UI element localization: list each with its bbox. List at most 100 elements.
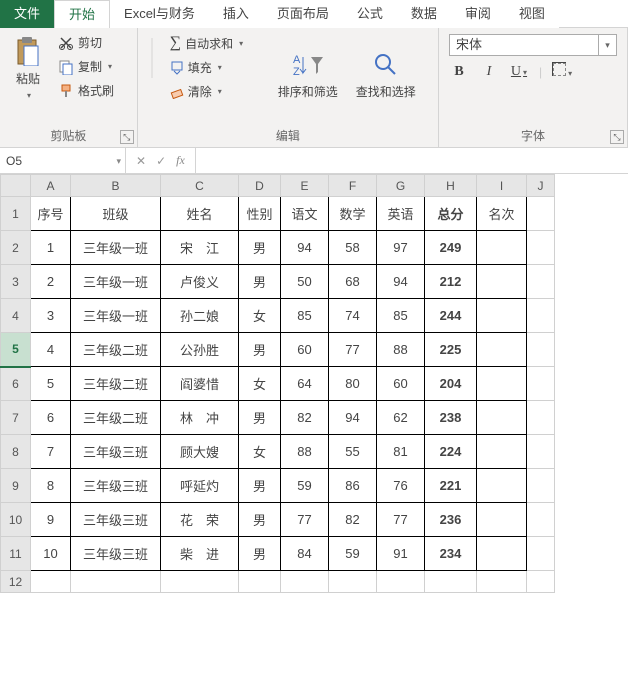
cell[interactable]: 男 — [239, 265, 281, 299]
italic-button[interactable]: I — [479, 62, 499, 82]
cell[interactable] — [527, 571, 555, 593]
cell[interactable] — [527, 537, 555, 571]
cell[interactable]: 男 — [239, 537, 281, 571]
cell[interactable]: 74 — [329, 299, 377, 333]
col-header-C[interactable]: C — [161, 175, 239, 197]
cell[interactable]: 94 — [329, 401, 377, 435]
cell[interactable]: 77 — [329, 333, 377, 367]
cell[interactable] — [281, 571, 329, 593]
cell[interactable]: 三年级三班 — [71, 435, 161, 469]
font-launcher[interactable]: ⤡ — [610, 130, 624, 144]
cell[interactable] — [329, 571, 377, 593]
clipboard-launcher[interactable]: ⤡ — [120, 130, 134, 144]
cell[interactable]: 85 — [281, 299, 329, 333]
cell[interactable]: 三年级三班 — [71, 503, 161, 537]
cell[interactable]: 84 — [281, 537, 329, 571]
cell[interactable]: 81 — [377, 435, 425, 469]
col-header-I[interactable]: I — [477, 175, 527, 197]
tab-excel-finance[interactable]: Excel与财务 — [110, 0, 209, 28]
cell[interactable]: 85 — [377, 299, 425, 333]
cell[interactable]: 姓名 — [161, 197, 239, 231]
cell[interactable]: 204 — [425, 367, 477, 401]
cell[interactable] — [477, 503, 527, 537]
row-header-8[interactable]: 8 — [1, 435, 31, 469]
row-header-1[interactable]: 1 — [1, 197, 31, 231]
tab-review[interactable]: 审阅 — [451, 0, 505, 28]
tab-file[interactable]: 文件 — [0, 0, 54, 28]
cell[interactable]: 男 — [239, 503, 281, 537]
cell[interactable] — [377, 571, 425, 593]
cell[interactable]: 249 — [425, 231, 477, 265]
cell[interactable] — [477, 435, 527, 469]
tab-data[interactable]: 数据 — [397, 0, 451, 28]
cell[interactable]: 呼延灼 — [161, 469, 239, 503]
cell[interactable] — [161, 571, 239, 593]
cell[interactable]: 9 — [31, 503, 71, 537]
cell[interactable]: 86 — [329, 469, 377, 503]
col-header-E[interactable]: E — [281, 175, 329, 197]
cell[interactable]: 80 — [329, 367, 377, 401]
cell[interactable]: 性别 — [239, 197, 281, 231]
cell[interactable]: 50 — [281, 265, 329, 299]
cell[interactable] — [527, 333, 555, 367]
cell[interactable]: 244 — [425, 299, 477, 333]
cell[interactable] — [425, 571, 477, 593]
cell[interactable] — [527, 265, 555, 299]
tab-home[interactable]: 开始 — [54, 0, 110, 28]
cell[interactable] — [239, 571, 281, 593]
cell[interactable]: 58 — [329, 231, 377, 265]
cell[interactable]: 77 — [281, 503, 329, 537]
row-header-9[interactable]: 9 — [1, 469, 31, 503]
cell[interactable]: 68 — [329, 265, 377, 299]
cell[interactable]: 7 — [31, 435, 71, 469]
cell[interactable]: 62 — [377, 401, 425, 435]
font-name-combo[interactable]: 宋体 ▾ — [449, 34, 617, 56]
tab-view[interactable]: 视图 — [505, 0, 559, 28]
cell[interactable]: 212 — [425, 265, 477, 299]
cell[interactable]: 94 — [281, 231, 329, 265]
cell[interactable]: 男 — [239, 469, 281, 503]
row-header-4[interactable]: 4 — [1, 299, 31, 333]
cell[interactable]: 三年级一班 — [71, 299, 161, 333]
cell[interactable]: 225 — [425, 333, 477, 367]
cell[interactable]: 女 — [239, 367, 281, 401]
tab-page-layout[interactable]: 页面布局 — [263, 0, 343, 28]
row-header-6[interactable]: 6 — [1, 367, 31, 401]
cell[interactable]: 公孙胜 — [161, 333, 239, 367]
row-header-10[interactable]: 10 — [1, 503, 31, 537]
cell[interactable]: 88 — [281, 435, 329, 469]
cell[interactable]: 卢俊义 — [161, 265, 239, 299]
col-header-A[interactable]: A — [31, 175, 71, 197]
bold-button[interactable]: B — [449, 62, 469, 82]
cell[interactable]: 林 冲 — [161, 401, 239, 435]
cell[interactable]: 三年级二班 — [71, 401, 161, 435]
cell[interactable]: 59 — [281, 469, 329, 503]
border-button[interactable]: ▾ — [552, 62, 572, 82]
cell[interactable]: 236 — [425, 503, 477, 537]
autosum-button[interactable]: ∑ 自动求和▾ — [166, 32, 266, 54]
cell[interactable] — [477, 231, 527, 265]
cell[interactable] — [527, 401, 555, 435]
cell[interactable]: 76 — [377, 469, 425, 503]
cell[interactable]: 234 — [425, 537, 477, 571]
cell[interactable]: 女 — [239, 299, 281, 333]
formula-bar[interactable] — [195, 148, 628, 173]
col-header-G[interactable]: G — [377, 175, 425, 197]
cell[interactable]: 3 — [31, 299, 71, 333]
cell[interactable]: 2 — [31, 265, 71, 299]
cell[interactable]: 88 — [377, 333, 425, 367]
cell[interactable]: 柴 进 — [161, 537, 239, 571]
cell[interactable]: 男 — [239, 401, 281, 435]
cell[interactable]: 宋 江 — [161, 231, 239, 265]
cell[interactable]: 名次 — [477, 197, 527, 231]
cut-button[interactable]: 剪切 — [54, 32, 118, 53]
tab-formulas[interactable]: 公式 — [343, 0, 397, 28]
cell[interactable] — [527, 367, 555, 401]
col-header-B[interactable]: B — [71, 175, 161, 197]
cell[interactable]: 英语 — [377, 197, 425, 231]
sort-filter-button[interactable]: AZ 排序和筛选 — [272, 32, 344, 104]
cell[interactable] — [527, 299, 555, 333]
cell[interactable] — [477, 299, 527, 333]
row-header-12[interactable]: 12 — [1, 571, 31, 593]
cell[interactable]: 女 — [239, 435, 281, 469]
